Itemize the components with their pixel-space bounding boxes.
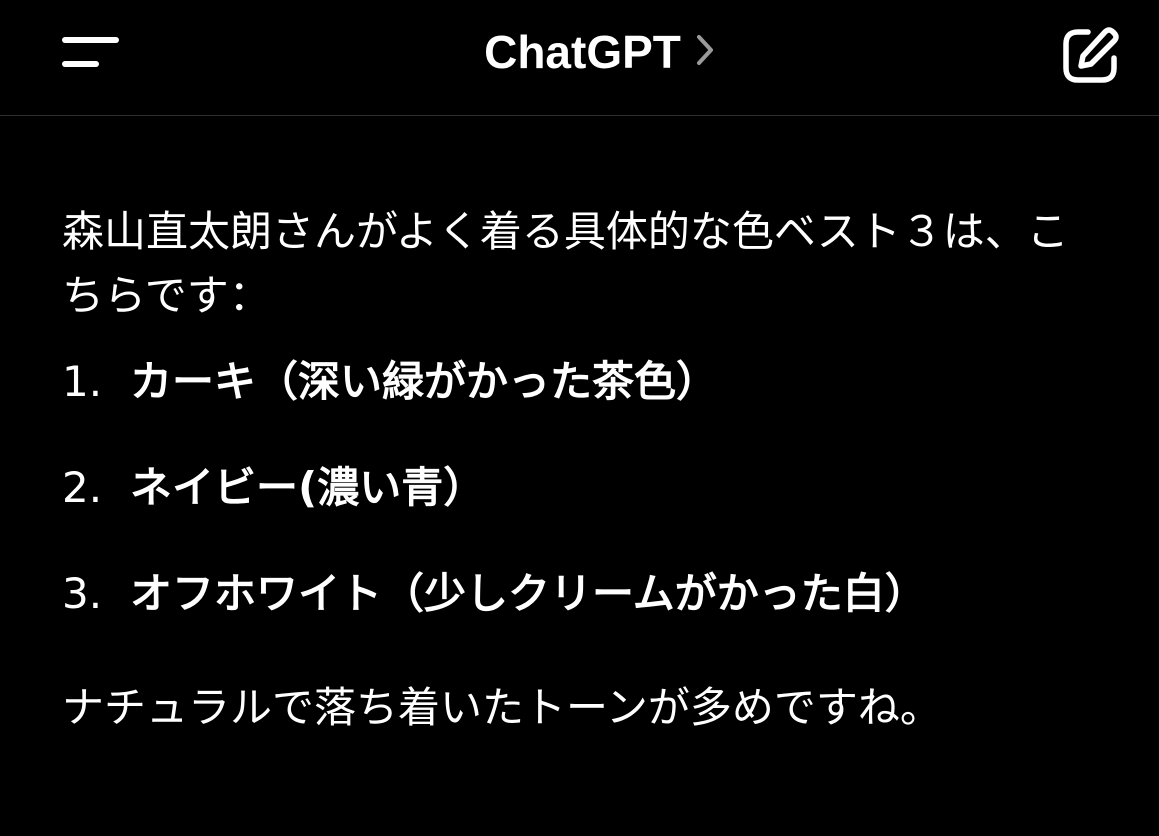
list-item: 1. カーキ（深い緑がかった茶色） bbox=[62, 350, 1102, 414]
list-item-number: 2. bbox=[62, 463, 103, 512]
model-selector[interactable]: ChatGPT bbox=[0, 24, 1159, 80]
message-outro: ナチュラルで落ち着いたトーンが多めですね。 bbox=[62, 683, 942, 732]
list-item: 3. オフホワイト（少しクリームがかった白） bbox=[62, 562, 1102, 626]
edit-icon bbox=[1063, 27, 1119, 83]
assistant-message: 森山直太朗さんがよく着る具体的な色ベスト３は、こちらです： 1. カーキ（深い緑… bbox=[62, 200, 1102, 740]
list-item-text: オフホワイト（少しクリームがかった白） bbox=[130, 569, 927, 618]
chevron-right-icon bbox=[695, 33, 715, 71]
message-intro: 森山直太朗さんがよく着る具体的な色ベスト３は、こちらです： bbox=[62, 207, 1069, 320]
color-list: 1. カーキ（深い緑がかった茶色） 2. ネイビー(濃い青） 3. オフホワイト… bbox=[62, 350, 1102, 626]
list-item-number: 1. bbox=[62, 357, 103, 406]
new-chat-button[interactable] bbox=[1050, 18, 1130, 88]
top-bar: ChatGPT bbox=[0, 0, 1159, 116]
list-item-text: カーキ（深い緑がかった茶色） bbox=[130, 357, 719, 406]
list-item-number: 3. bbox=[62, 569, 103, 618]
list-item-text: ネイビー(濃い青） bbox=[130, 463, 486, 512]
list-item: 2. ネイビー(濃い青） bbox=[62, 456, 1102, 520]
page-title: ChatGPT bbox=[484, 26, 681, 78]
